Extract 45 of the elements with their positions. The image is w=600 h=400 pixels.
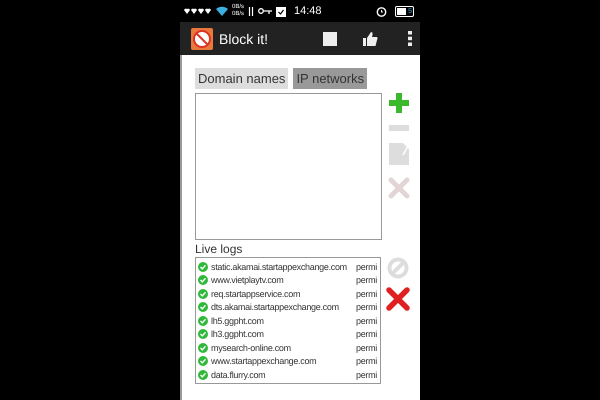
tab[interactable]: IP networks	[293, 68, 368, 89]
check-icon	[198, 302, 208, 312]
check-icon	[198, 329, 208, 340]
app-title: Block it!	[219, 30, 268, 46]
thumbs-up-icon[interactable]	[363, 32, 378, 46]
add-icon[interactable]	[389, 93, 410, 113]
log-domain: dts.akamai.startappexchange.com	[211, 302, 340, 312]
wifi-icon	[216, 6, 228, 16]
log-domain: lh3.ggpht.com	[211, 329, 265, 340]
log-domain: req.startappservice.com	[211, 288, 302, 299]
check-icon	[198, 356, 208, 366]
log-action: permi	[356, 288, 378, 299]
log-action: permi	[356, 356, 378, 366]
delete-icon[interactable]	[388, 177, 410, 199]
log-domain: lh5.ggpht.com	[211, 316, 265, 326]
log-action: permi	[356, 275, 378, 286]
app-logo-icon	[191, 28, 213, 50]
key-icon	[258, 8, 272, 14]
log-domain: mysearch-online.com	[211, 342, 292, 353]
check-icon	[198, 370, 208, 380]
log-action: permi	[356, 262, 378, 272]
log-action: permi	[356, 342, 378, 353]
check-icon	[198, 316, 208, 326]
menu-icon[interactable]	[408, 31, 412, 46]
clock-time: 14:48	[294, 5, 322, 17]
log-action: permi	[356, 370, 378, 380]
log-domain: static.akamai.startappexchange.com	[211, 262, 348, 272]
log-domain: www.startappexchange.com	[211, 356, 318, 366]
check-icon	[198, 262, 208, 272]
log-action: permi	[356, 329, 378, 340]
stop-icon[interactable]	[323, 32, 337, 46]
log-domain: data.flurry.com	[211, 370, 266, 380]
alarm-clock-icon	[376, 6, 387, 16]
rules-list[interactable]	[195, 93, 382, 240]
log-action: permi	[356, 302, 378, 312]
check-icon	[198, 288, 208, 299]
log-domain: www.vietplaytv.com	[211, 275, 284, 286]
log-action: permi	[356, 316, 378, 326]
tab[interactable]: Domain names	[195, 68, 288, 89]
check-icon	[198, 342, 208, 353]
clear-icon[interactable]	[386, 287, 410, 311]
check-icon	[198, 275, 208, 286]
signal-icon	[184, 7, 212, 15]
section-label: Live logs	[195, 242, 244, 256]
clipboard-icon	[276, 6, 286, 16]
